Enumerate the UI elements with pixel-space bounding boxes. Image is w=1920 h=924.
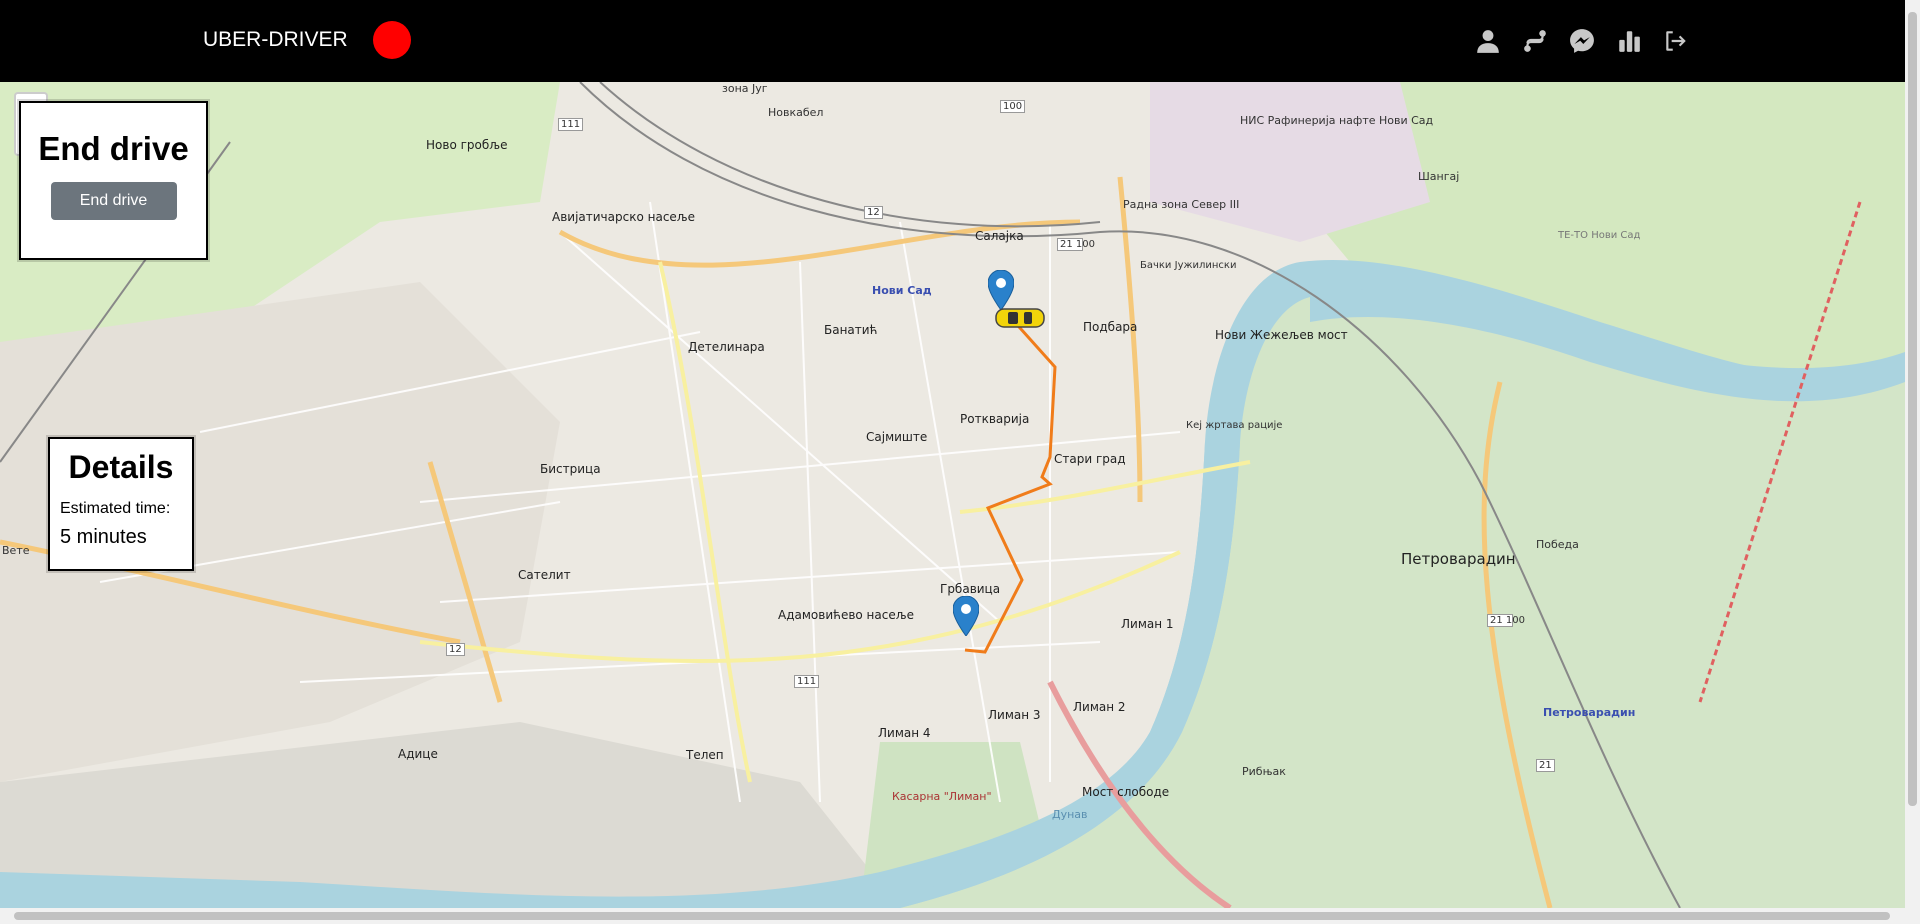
map-label: Касарна "Лиман"	[892, 790, 992, 803]
chart-icon[interactable]	[1613, 24, 1645, 58]
map-label: НИС Рафинерија нафте Нови Сад	[1240, 114, 1434, 127]
estimated-time-value: 5 minutes	[60, 526, 147, 548]
map-label: Лиман 4	[878, 726, 931, 740]
map-label: Салајка	[975, 229, 1024, 243]
map-label: Дунав	[1052, 808, 1088, 821]
nav-icon-group	[1472, 24, 1692, 58]
end-drive-card: End drive End drive	[19, 101, 208, 260]
map-label: Бистрица	[540, 462, 601, 476]
pickup-marker-icon[interactable]	[988, 270, 1014, 310]
horizontal-scrollbar[interactable]	[0, 908, 1905, 924]
map-label: ТЕ-ТО Нови Сад	[1558, 230, 1641, 241]
scrollbar-thumb[interactable]	[1908, 12, 1917, 806]
map-label: Адамовићево насеље	[778, 608, 914, 622]
map-label: Телеп	[686, 748, 724, 762]
map-label: Вете	[2, 544, 30, 557]
map-label: Петроварадин	[1401, 550, 1516, 568]
user-icon[interactable]	[1472, 24, 1504, 58]
road-shield: 12	[446, 643, 465, 656]
route-icon[interactable]	[1519, 24, 1551, 58]
map-label: Подбара	[1083, 320, 1138, 334]
map-label: Ротквариja	[960, 412, 1030, 426]
map-label: Петроварадин	[1543, 706, 1636, 719]
map-label: Авијатичарско насеље	[552, 210, 696, 224]
map-label: Банатић	[824, 323, 878, 337]
map-label: Бачки Јужилински	[1140, 260, 1237, 271]
map-label: зона Југ	[722, 82, 768, 95]
details-title: Details	[68, 449, 174, 485]
car-icon	[995, 308, 1045, 328]
road-shield: 21 100	[1057, 238, 1095, 251]
map-label: Лиман 2	[1073, 700, 1126, 714]
vertical-scrollbar[interactable]	[1905, 0, 1920, 924]
road-shield: 12	[864, 206, 883, 219]
road-shield: 111	[558, 118, 584, 131]
map-label: Мост слободе	[1082, 785, 1170, 799]
map-view[interactable]: зона Југ Новкабел Ново гробље Авијатичар…	[0, 82, 1905, 908]
map-label: Кеј жртава рације	[1186, 420, 1283, 431]
map-label: Сајмиште	[866, 430, 928, 444]
road-shield: 21	[1536, 759, 1555, 772]
map-label: Ново гробље	[426, 138, 508, 152]
map-label: Грбавица	[940, 582, 1001, 596]
messenger-icon[interactable]	[1566, 24, 1598, 58]
destination-marker-icon[interactable]	[953, 596, 979, 636]
logout-icon[interactable]	[1660, 24, 1692, 58]
top-navbar: UBER-DRIVER	[0, 0, 1920, 82]
map-base	[0, 82, 1905, 908]
map-label: Победа	[1536, 538, 1579, 551]
map-label: Адице	[398, 747, 438, 761]
end-drive-title: End drive	[38, 130, 189, 167]
brand-title[interactable]: UBER-DRIVER	[203, 28, 348, 52]
road-shield: 21 100	[1487, 614, 1525, 627]
driver-status-indicator[interactable]	[373, 21, 411, 59]
map-label: Нови Сад	[872, 284, 932, 297]
map-label: Радна зона Север III	[1123, 198, 1240, 211]
map-label: Лиман 1	[1121, 617, 1174, 631]
map-label: Новкабел	[768, 106, 824, 119]
road-shield: 100	[1000, 100, 1026, 113]
road-shield: 111	[794, 675, 820, 688]
map-label: Нови Жежељев мост	[1215, 328, 1348, 342]
map-label: Сателит	[518, 568, 571, 582]
estimated-time-label: Estimated time:	[60, 500, 171, 517]
details-card: Details Estimated time: 5 minutes	[48, 437, 194, 571]
end-drive-button[interactable]: End drive	[50, 182, 177, 220]
map-label: Лиман 3	[988, 708, 1041, 722]
map-label: Рибњак	[1242, 765, 1286, 778]
map-label: Детелинара	[688, 340, 765, 354]
map-label: Шангај	[1418, 170, 1460, 183]
scrollbar-thumb[interactable]	[14, 912, 1890, 920]
map-label: Стари град	[1054, 452, 1126, 466]
